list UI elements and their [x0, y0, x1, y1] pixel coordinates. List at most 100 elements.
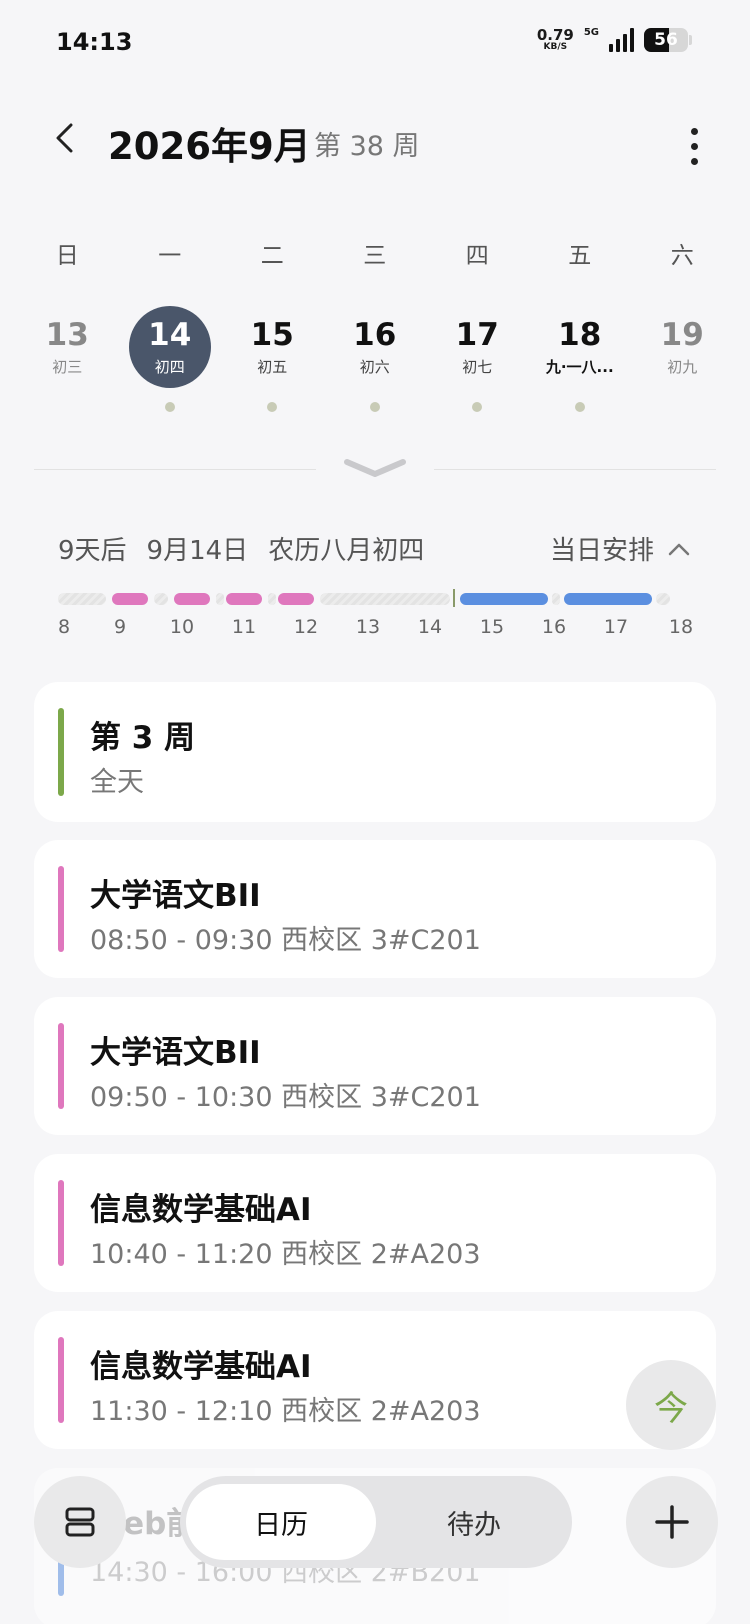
timeline-free	[656, 593, 670, 605]
view-toggle-button[interactable]	[34, 1476, 126, 1568]
weekday-label: 日	[55, 243, 79, 269]
timeline-hour-label: 17	[603, 616, 629, 638]
event-time: 09:50 - 10:30 西校区 3#C201	[90, 1082, 481, 1113]
day-cell-selected[interactable]: 14 初四	[119, 306, 222, 426]
status-time: 14:13	[56, 28, 133, 56]
timeline-event	[460, 593, 548, 605]
event-card[interactable]: 信息数学基础AI 11:30 - 12:10 西校区 2#A203	[34, 1311, 716, 1449]
timeline-hour-label: 10	[169, 616, 195, 638]
timeline-free	[58, 593, 106, 605]
timeline-free	[268, 593, 276, 605]
status-icons: 0.79 KB/S 5G 56	[537, 26, 692, 52]
timeline-event	[564, 593, 652, 605]
event-title: 信息数学基础AI	[90, 1192, 312, 1228]
event-color-bar	[58, 708, 64, 796]
day-cell[interactable]: 13 初三	[16, 306, 119, 426]
week-number: 第 38 周	[314, 131, 420, 162]
view-toggle-icon	[65, 1507, 95, 1537]
timeline-free	[552, 593, 560, 605]
selected-day-summary: 9天后 9月14日 农历八月初四	[58, 530, 444, 567]
week-days-row: 13 初三 14 初四 15 初五 16 初六 17 初七 18 九·一八...…	[16, 306, 734, 426]
timeline-event	[226, 593, 262, 605]
timeline-hour-label: 14	[417, 616, 443, 638]
add-event-button[interactable]	[626, 1476, 718, 1568]
chevron-left-icon	[56, 123, 73, 153]
day-timeline	[58, 589, 690, 607]
relative-days: 9天后	[58, 536, 127, 566]
day-cell[interactable]: 19 初九	[631, 306, 734, 426]
chevron-down-icon	[344, 459, 406, 477]
event-title: 第 3 周	[90, 720, 196, 756]
event-dot	[369, 402, 380, 412]
timeline-event	[278, 593, 314, 605]
timeline-hour-label: 15	[479, 616, 505, 638]
more-vertical-icon[interactable]	[691, 128, 698, 165]
bottom-tab-bar: 日历 待办	[180, 1476, 572, 1568]
today-label: 今	[654, 1388, 688, 1429]
timeline-free	[216, 593, 224, 605]
network-speed-value: 0.79	[536, 26, 574, 44]
event-color-bar	[58, 1023, 64, 1109]
event-dot	[164, 402, 175, 412]
event-time: 10:40 - 11:20 西校区 2#A203	[90, 1239, 481, 1270]
tab-calendar[interactable]: 日历	[186, 1484, 376, 1560]
tab-todo[interactable]: 待办	[380, 1484, 568, 1560]
timeline-hour-label: 8	[57, 616, 71, 638]
timeline-hour-label: 11	[231, 616, 257, 638]
lunar-date: 初三	[52, 358, 83, 376]
signal-icon	[609, 28, 634, 52]
selected-date: 9月14日	[146, 536, 249, 566]
event-card[interactable]: 第 3 周 全天	[34, 682, 716, 822]
network-speed: 0.79 KB/S	[537, 28, 574, 52]
event-title: 大学语文BII	[90, 1035, 261, 1071]
day-number: 18	[558, 317, 602, 353]
today-button[interactable]: 今	[626, 1360, 716, 1450]
weekday-label: 五	[568, 243, 592, 269]
day-number: 17	[455, 317, 499, 353]
timeline-free	[320, 593, 450, 605]
day-arrangement-toggle[interactable]: 当日安排	[550, 530, 690, 567]
expand-month-button[interactable]	[343, 456, 407, 484]
day-cell[interactable]: 18 九·一八...	[529, 306, 632, 426]
weekday-label: 二	[260, 243, 284, 269]
event-dot	[267, 402, 278, 412]
divider	[34, 469, 316, 470]
timeline-free	[154, 593, 168, 605]
event-dot	[472, 402, 483, 412]
event-card[interactable]: 大学语文BII 09:50 - 10:30 西校区 3#C201	[34, 997, 716, 1135]
weekday-label: 三	[363, 243, 387, 269]
day-cell[interactable]: 15 初五	[221, 306, 324, 426]
timeline-hour-label: 18	[668, 616, 694, 638]
chevron-up-icon	[668, 543, 690, 555]
event-card[interactable]: 信息数学基础AI 10:40 - 11:20 西校区 2#A203	[34, 1154, 716, 1292]
day-number: 19	[660, 317, 704, 353]
day-cell[interactable]: 16 初六	[324, 306, 427, 426]
event-title: 大学语文BII	[90, 878, 261, 914]
timeline-hours: 8 9 10 11 12 13 14 15 16 17 18	[57, 616, 694, 640]
day-cell[interactable]: 17 初七	[426, 306, 529, 426]
lunar-date: 初六	[359, 358, 390, 376]
plus-icon	[655, 1505, 689, 1539]
event-time: 11:30 - 12:10 西校区 2#A203	[90, 1396, 481, 1427]
lunar-date: 初九	[667, 358, 698, 376]
timeline-hour-label: 9	[113, 616, 127, 638]
battery-icon: 56	[644, 28, 688, 52]
day-arrangement-label: 当日安排	[549, 536, 654, 566]
current-time-marker	[453, 589, 455, 607]
network-speed-unit: KB/S	[543, 42, 568, 52]
day-number: 16	[353, 317, 397, 353]
network-type: 5G	[583, 26, 599, 38]
event-title: 信息数学基础AI	[90, 1349, 312, 1385]
month-title[interactable]: 2026年9月	[108, 116, 311, 170]
weekday-header: 日 一 二 三 四 五 六	[16, 236, 734, 270]
lunar-date: 初四	[154, 358, 185, 376]
weekday-label: 一	[158, 243, 182, 269]
day-number: 13	[45, 317, 89, 353]
back-button[interactable]	[46, 118, 82, 158]
timeline-event	[174, 593, 210, 605]
divider	[434, 469, 716, 470]
weekday-label: 六	[670, 243, 694, 269]
lunar-date: 初五	[257, 358, 288, 376]
event-card[interactable]: 大学语文BII 08:50 - 09:30 西校区 3#C201	[34, 840, 716, 978]
day-number: 14	[148, 317, 192, 353]
